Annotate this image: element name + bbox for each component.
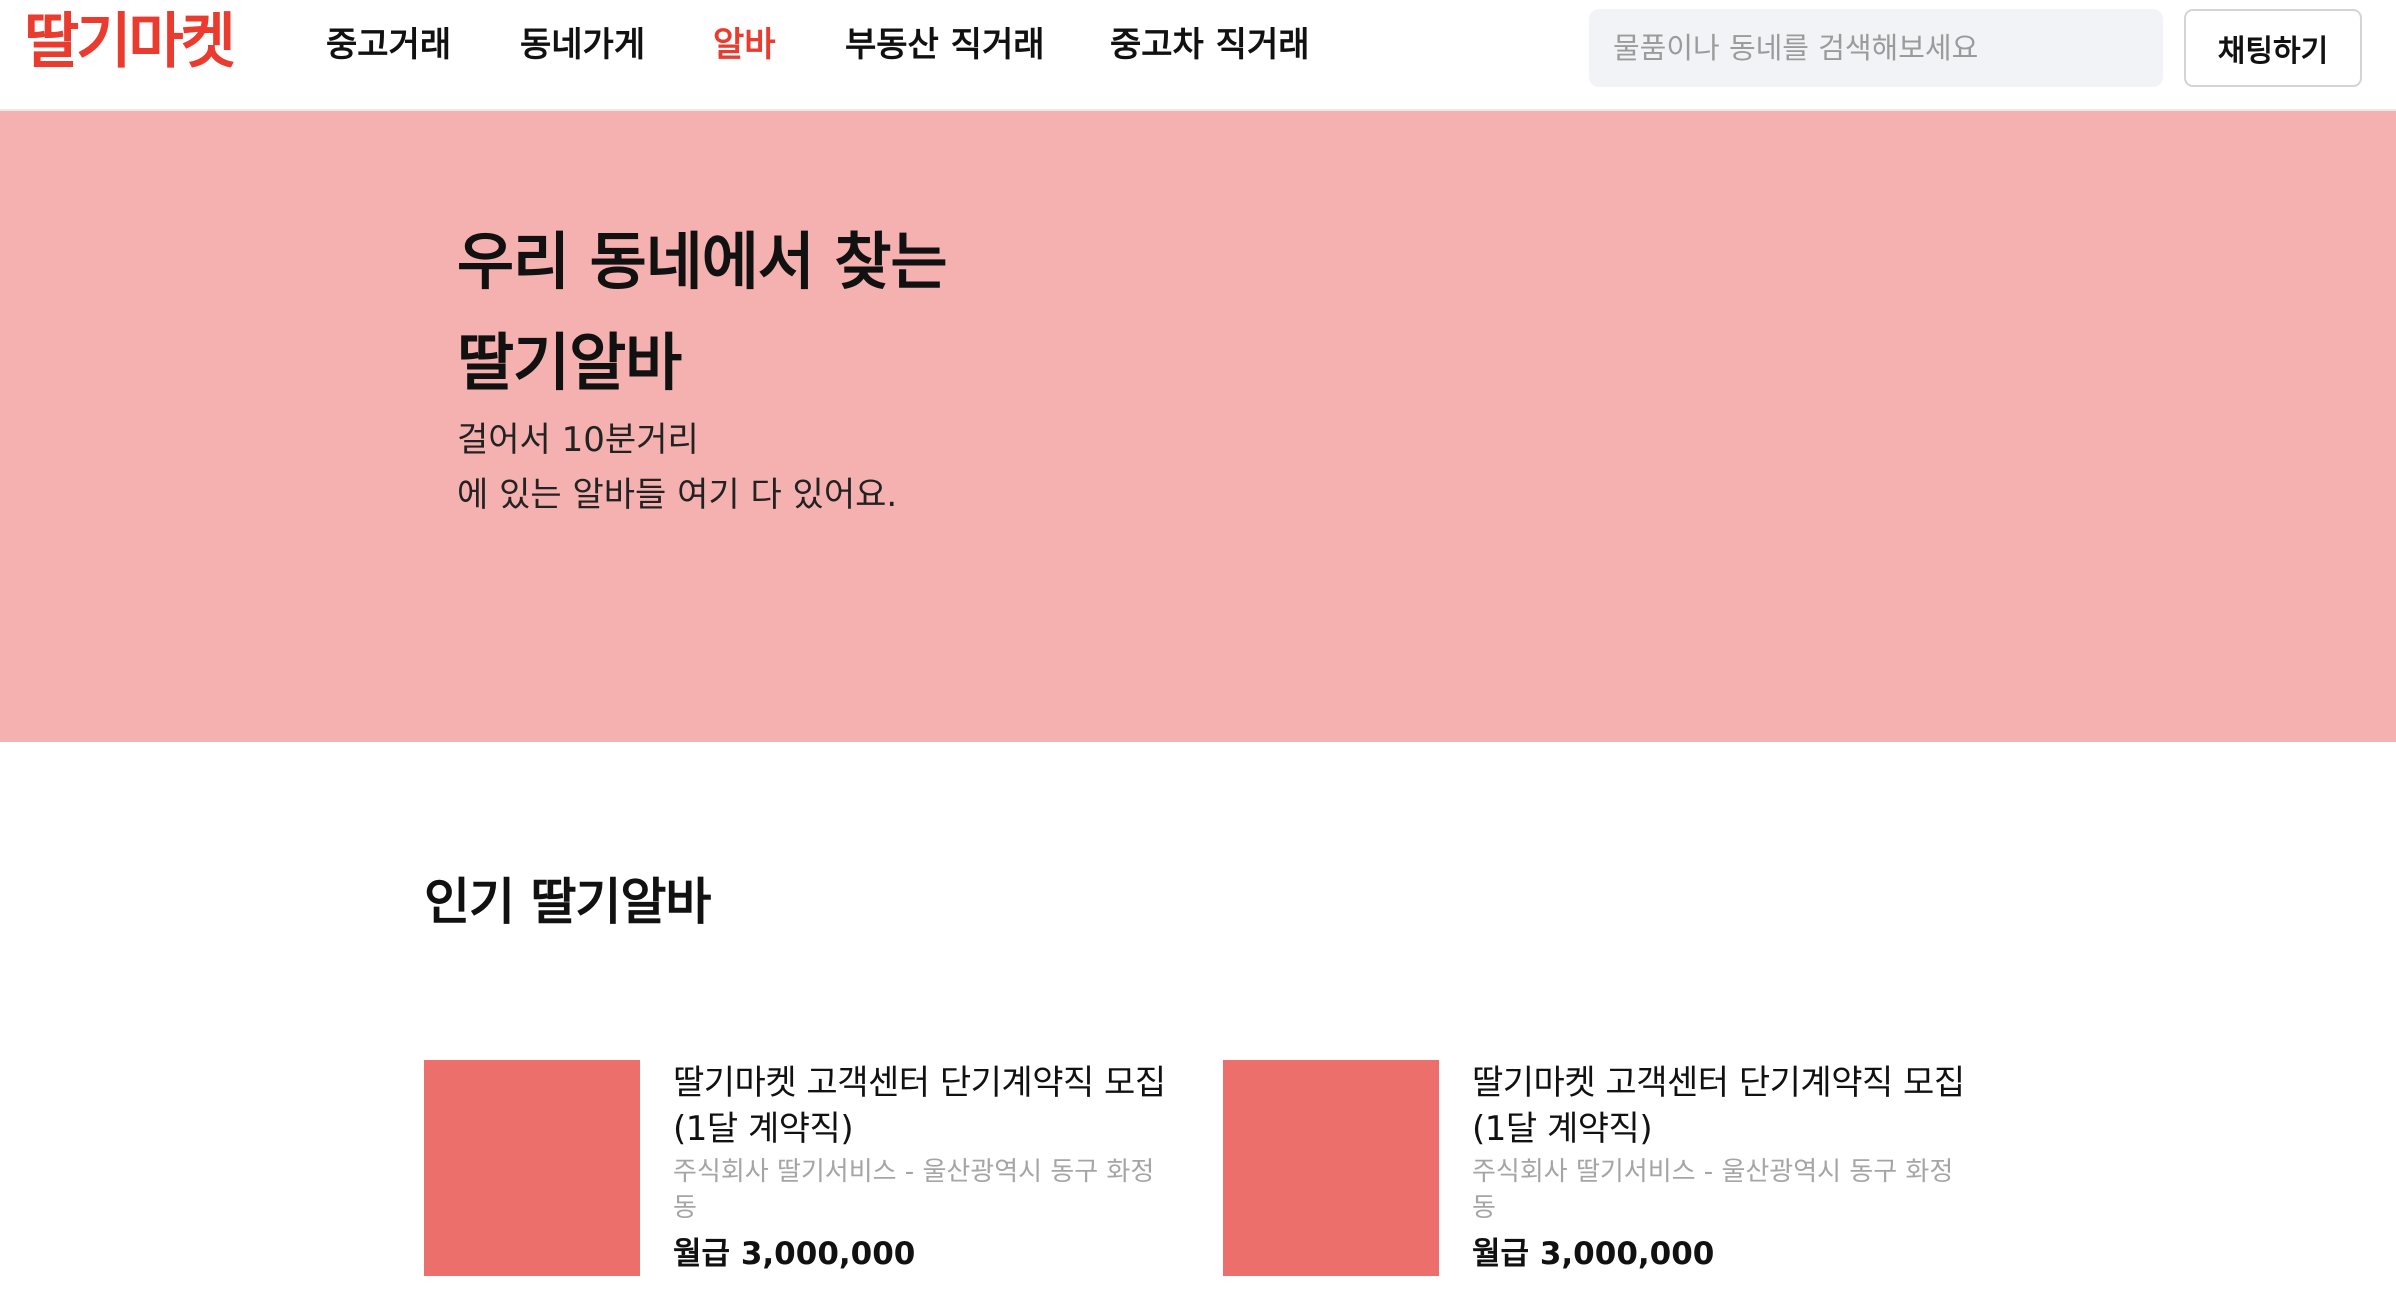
nav-item-part-time-jobs[interactable]: 알바 [713,13,776,77]
chat-button[interactable]: 채팅하기 [2184,9,2362,87]
hero-banner: 우리 동네에서 찾는 딸기알바 걸어서 10분거리 에 있는 알바들 여기 다 … [0,111,2396,742]
job-thumbnail[interactable] [1223,1060,1439,1276]
job-card[interactable]: 딸기마켓 고객센터 단기계약직 모집(1달 계약직) 주식회사 딸기서비스 - … [424,1060,1224,1280]
nav-item-real-estate[interactable]: 부동산 직거래 [845,13,1045,77]
job-company: 주식회사 딸기서비스 - 울산광역시 동구 화정동 [1472,1157,1954,1223]
search-input[interactable] [1589,9,2163,87]
job-title[interactable]: 딸기마켓 고객센터 단기계약직 모집(1달 계약직) [1472,1060,1972,1152]
job-salary: 월급 3,000,000 [1472,1236,1715,1272]
hero-desc-line1: 걸어서 10분거리 [457,420,699,460]
job-thumbnail[interactable] [424,1060,640,1276]
logo[interactable]: 딸기마켓 [24,2,236,82]
section-title: 인기 딸기알바 [424,873,711,931]
hero-title-line2: 딸기알바 [457,326,682,399]
job-company: 주식회사 딸기서비스 - 울산광역시 동구 화정동 [673,1157,1155,1223]
job-salary: 월급 3,000,000 [673,1236,916,1272]
job-title[interactable]: 딸기마켓 고객센터 단기계약직 모집(1달 계약직) [673,1060,1173,1152]
top-header: 딸기마켓 중고거래 동네가게 알바 부동산 직거래 중고차 직거래 채팅하기 [0,0,2396,111]
nav-item-used-trade[interactable]: 중고거래 [326,13,451,77]
nav-item-local-stores[interactable]: 동네가게 [520,13,645,77]
hero-title-line1: 우리 동네에서 찾는 [457,225,947,298]
job-card[interactable]: 딸기마켓 고객센터 단기계약직 모집(1달 계약직) 주식회사 딸기서비스 - … [1223,1060,2023,1280]
hero-desc-line2: 에 있는 알바들 여기 다 있어요. [457,475,898,515]
nav-item-used-cars[interactable]: 중고차 직거래 [1110,13,1310,77]
